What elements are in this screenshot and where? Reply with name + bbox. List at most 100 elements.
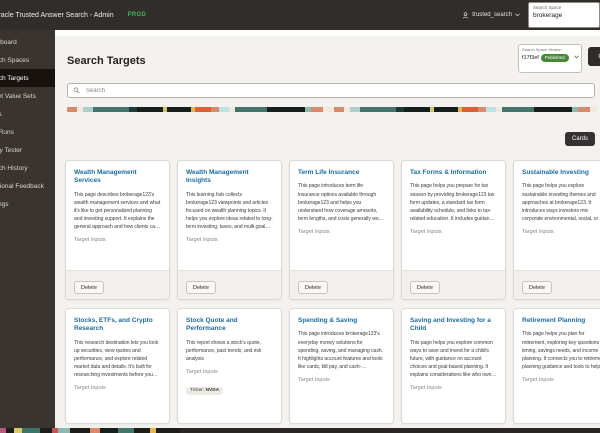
main-content: Search Targets Search Space Version f17f… [55, 30, 600, 433]
card-title-link[interactable]: Retirement Planning [514, 309, 600, 325]
cards-view-toggle[interactable]: Cards [565, 132, 596, 146]
sidebar-item-label: Dashboard [0, 38, 17, 46]
sidebar-item-query-tester[interactable]: Query Tester [0, 141, 55, 159]
card-footer: Delete [66, 269, 169, 299]
card-description: This page introduces term life insurance… [298, 183, 385, 222]
search-input[interactable] [84, 86, 589, 95]
card-title-link[interactable]: Wealth Management Services [66, 161, 169, 186]
delete-button[interactable]: Delete [410, 281, 440, 294]
sidebar-item-search-spaces[interactable]: Search Spaces [0, 51, 55, 69]
sidebar-item-label: Additional Feedback [0, 182, 44, 190]
sidebar-item-label: Search Targets [0, 74, 29, 82]
version-value: f17f3ef [522, 54, 539, 61]
create-button[interactable]: Create [588, 47, 600, 66]
content-top-divider [55, 30, 600, 36]
sidebar-item-additional-feedback[interactable]: Additional Feedback [0, 177, 55, 195]
delete-button[interactable]: Delete [298, 281, 328, 294]
search-target-card: Stocks, ETFs, and Crypto Research This re… [65, 308, 170, 424]
target-inputs-label: Target Inputs [74, 385, 106, 392]
card-spacer [514, 235, 600, 270]
card-description: This page helps you explore common ways … [410, 339, 494, 379]
card-spacer [178, 396, 281, 423]
user-icon [462, 11, 469, 19]
search-space-combobox[interactable]: Search Space brokerage [528, 2, 600, 28]
card-footer: Delete [402, 269, 505, 299]
sidebar-item-search-targets[interactable]: Search Targets [0, 69, 55, 87]
page-title: Search Targets [67, 55, 146, 68]
search-target-card: Sustainable Investing This page helps you… [513, 160, 600, 300]
target-inputs-label: Target Inputs [186, 237, 218, 244]
search-target-card: Stock Quote and Performance This report s… [177, 308, 282, 424]
card-description: This page introduces brokerage123's ever… [298, 331, 383, 370]
card-spacer [178, 243, 281, 269]
card-spacer [290, 383, 393, 423]
sidebar-item-search-history[interactable]: Search History [0, 159, 55, 177]
sidebar-item-label: Target Value Sets [0, 92, 36, 100]
chip-label: Ticker: [190, 388, 205, 394]
target-inputs-label: Target Inputs [74, 237, 106, 244]
search-target-card: Wealth Management Insights This learning … [177, 160, 282, 300]
card-title-link[interactable]: Stocks, ETFs, and Crypto Research [66, 309, 169, 334]
card-title-link[interactable]: Spending & Saving [290, 309, 393, 325]
card-title-link[interactable]: Sustainable Investing [514, 161, 600, 177]
search-target-card: Wealth Management Services This page desc… [65, 160, 170, 300]
card-description: This page helps you explore sustainable … [522, 183, 599, 222]
target-inputs-label: Target Inputs [522, 228, 554, 235]
search-target-card: Tax Forms & Information This page helps y… [401, 160, 506, 300]
app-title: Oracle Trusted Answer Search - Admin [0, 11, 114, 19]
card-description: This report shows a stock's quote, perfo… [186, 339, 262, 362]
sidebar-item-label: Query Tester [0, 146, 23, 154]
search-target-card: Retirement Planning This page helps you p… [513, 308, 600, 424]
app-window: Oracle Trusted Answer Search - Admin PRO… [0, 0, 600, 433]
card-description: This page helps you prepare for tax seas… [410, 183, 495, 222]
search-target-card: Saving and Investing for a Child This pag… [401, 308, 506, 424]
version-select-label: Search Space Version [522, 47, 562, 52]
search-target-card: Spending & Saving This page introduces br… [289, 308, 394, 424]
search-space-version-select[interactable]: Search Space Version f17f3ef Published [518, 44, 582, 73]
card-title-link[interactable]: Stock Quote and Performance [178, 309, 281, 334]
delete-button[interactable]: Delete [186, 281, 216, 294]
user-menu-label: trusted_search [472, 12, 512, 18]
card-description: This research destination lets you look … [74, 339, 159, 379]
card-spacer [66, 391, 169, 423]
card-footer: Delete [178, 269, 281, 299]
top-bar: Oracle Trusted Answer Search - Admin PRO… [0, 0, 600, 30]
card-footer: Delete [514, 269, 600, 299]
search-icon [73, 87, 80, 94]
target-inputs-label: Target Inputs [410, 228, 442, 235]
card-title-link[interactable]: Term Life Insurance [290, 161, 393, 177]
sidebar-item-settings[interactable]: Settings [0, 195, 55, 213]
target-input-chip: Ticker: NVDA [186, 386, 224, 395]
card-spacer [402, 391, 505, 423]
sidebar-nav: Dashboard Search Spaces Search Targets Targ… [0, 30, 55, 428]
card-title-link[interactable]: Wealth Management Insights [178, 161, 281, 186]
sidebar-item-target-value-sets[interactable]: Target Value Sets [0, 87, 55, 105]
sidebar-item-test-runs[interactable]: Test Runs [0, 123, 55, 141]
card-spacer [290, 235, 393, 270]
sidebar-item-label: Test Runs [0, 128, 14, 136]
search-space-value: brokerage [533, 12, 563, 19]
card-spacer [514, 383, 600, 423]
decorative-art-strip [67, 107, 597, 112]
sidebar-item-label: Search History [0, 164, 28, 172]
chip-value: NVDA [205, 388, 220, 394]
sidebar-item-rules[interactable]: Rules [0, 105, 55, 123]
published-status-badge: Published [540, 53, 569, 62]
user-menu[interactable]: trusted_search [462, 11, 520, 19]
search-bar [67, 83, 595, 98]
card-title-link[interactable]: Saving and Investing for a Child [402, 309, 505, 334]
sidebar-item-label: Settings [0, 200, 9, 208]
card-description: This learning hub collects brokerage123 … [186, 191, 273, 231]
cards-grid: Wealth Management Services This page desc… [65, 160, 600, 424]
card-description: This page describes brokerage123's wealt… [74, 191, 161, 231]
delete-button[interactable]: Delete [74, 281, 104, 294]
card-footer: Delete [290, 269, 393, 299]
target-input-chips: Ticker: NVDA [178, 375, 281, 396]
card-title-link[interactable]: Tax Forms & Information [402, 161, 505, 177]
delete-button[interactable]: Delete [522, 281, 552, 294]
card-description: This page helps you plan for retirement,… [522, 331, 600, 370]
environment-badge: PROD [127, 12, 147, 18]
sidebar-item-label: Rules [0, 111, 2, 118]
sidebar-item-dashboard[interactable]: Dashboard [0, 33, 55, 51]
sidebar-item-label: Search Spaces [0, 56, 30, 64]
